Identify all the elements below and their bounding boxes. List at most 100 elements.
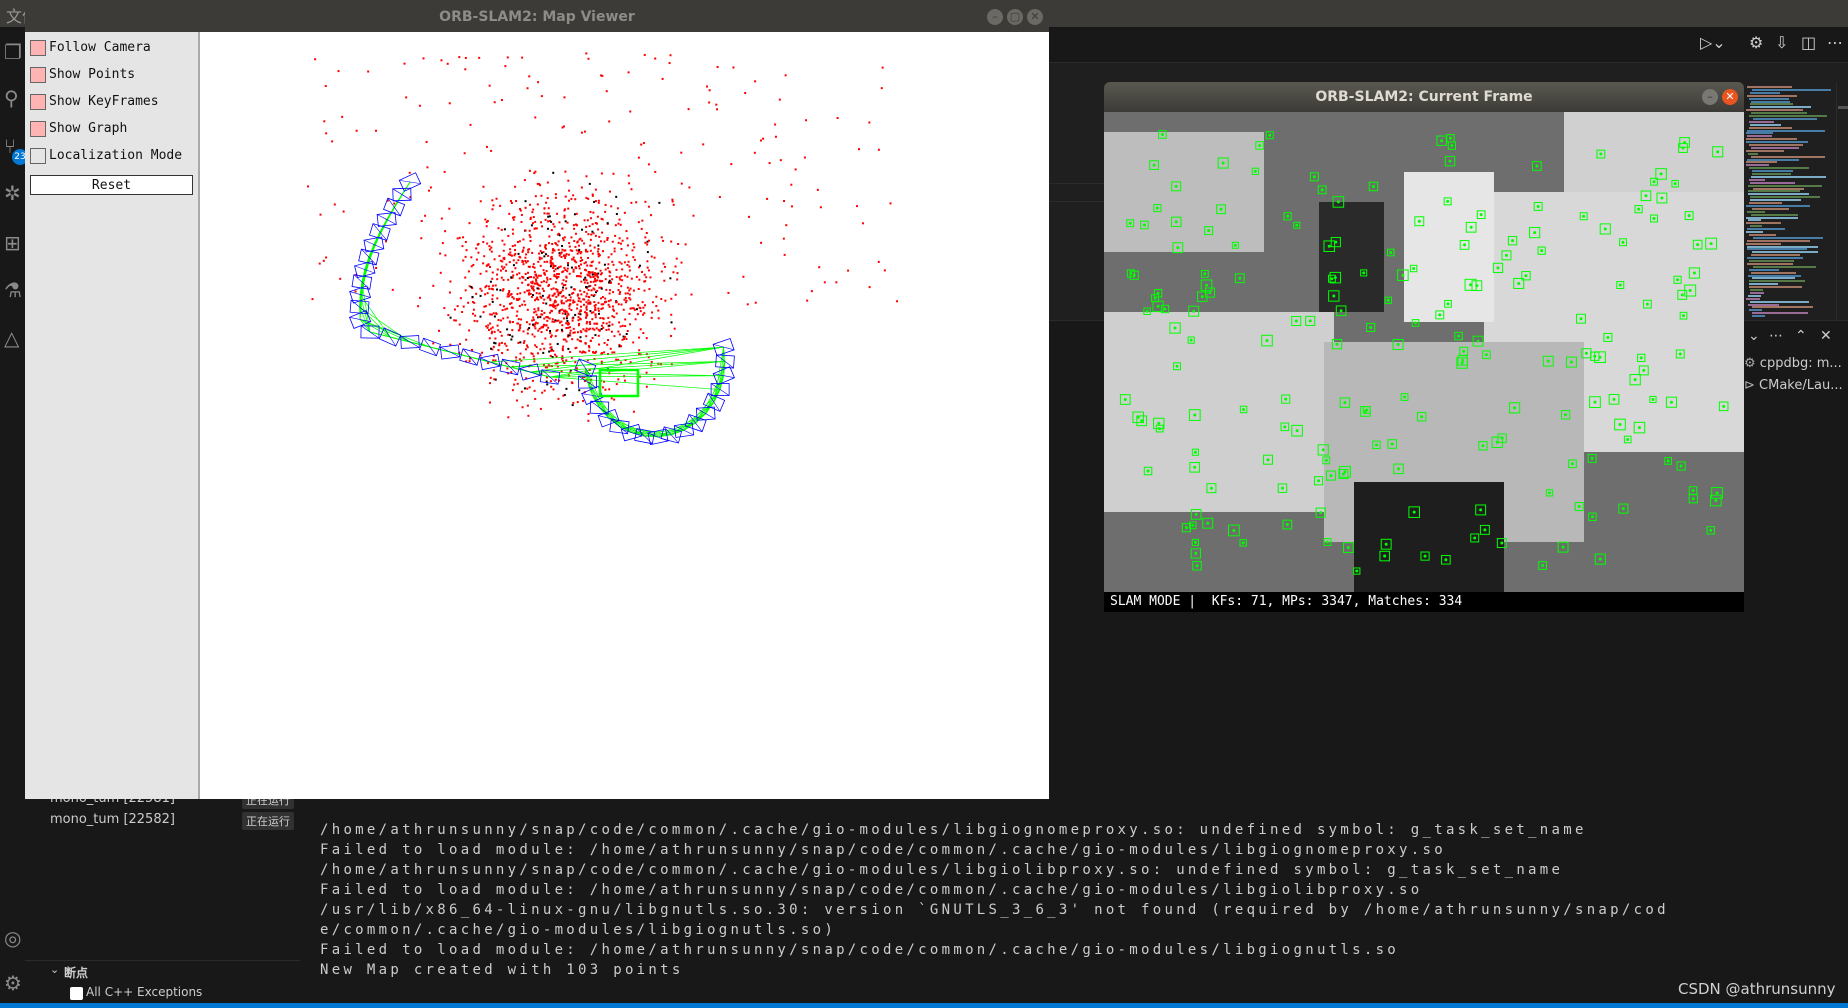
map-point <box>664 299 667 302</box>
map-point <box>496 268 499 271</box>
map-point <box>549 259 552 262</box>
checkbox[interactable] <box>30 148 46 164</box>
map-point <box>391 288 394 291</box>
chevron-up-icon[interactable]: ⌃ <box>1795 328 1807 344</box>
process-item[interactable]: mono_tum [22582] <box>50 812 175 827</box>
reset-button[interactable]: Reset <box>30 175 193 195</box>
close-button[interactable]: ✕ <box>1027 9 1043 25</box>
checkbox[interactable] <box>30 67 46 83</box>
testing-icon[interactable]: ⚗ <box>4 279 26 301</box>
map-point <box>505 263 508 266</box>
map-point <box>463 152 466 155</box>
map-point <box>564 268 567 271</box>
map-point <box>582 399 585 402</box>
terminal-tab-cmake[interactable]: ⊳ CMake/Lau... <box>1744 378 1843 393</box>
checkbox[interactable] <box>30 121 46 137</box>
map-point <box>596 289 599 292</box>
map-point <box>417 305 420 308</box>
close-button[interactable]: ✕ <box>1722 89 1738 105</box>
close-icon[interactable]: ✕ <box>1820 328 1832 344</box>
map-point <box>524 348 527 351</box>
map-point <box>618 333 621 336</box>
more-actions-icon[interactable]: ⋯ <box>1827 33 1843 52</box>
map-point <box>620 275 623 278</box>
map-point <box>642 332 645 335</box>
run-debug-dropdown-icon[interactable]: ▷⌄ <box>1700 33 1726 52</box>
cmake-icon[interactable]: △ <box>4 327 26 349</box>
minimap-line <box>1752 170 1793 173</box>
map-point <box>500 334 503 337</box>
map-point <box>444 254 447 257</box>
map-point <box>488 248 491 251</box>
map-point <box>525 321 528 324</box>
breakpoint-checkbox[interactable] <box>70 987 83 1000</box>
chevron-down-icon[interactable]: ⌄ <box>50 963 59 976</box>
run-debug-icon[interactable]: ✲ <box>4 182 26 204</box>
map-point <box>587 197 590 200</box>
map-point <box>542 289 545 292</box>
map-point <box>672 203 675 206</box>
map-point <box>633 258 636 261</box>
map-point <box>419 296 422 299</box>
explorer-icon[interactable]: ❐ <box>4 41 26 63</box>
map-point <box>601 250 604 253</box>
breakpoints-section-title[interactable]: 断点 <box>64 964 88 981</box>
map-point <box>534 323 537 326</box>
map-point <box>835 281 838 284</box>
map-point <box>537 81 540 84</box>
split-editor-icon[interactable]: ◫ <box>1801 33 1816 52</box>
map-point <box>616 207 619 210</box>
map-point <box>458 323 461 326</box>
minimap-line <box>1749 115 1828 117</box>
map-point <box>563 254 566 257</box>
map-point <box>575 223 578 226</box>
map-point <box>531 333 534 336</box>
map-point <box>505 344 508 347</box>
minimap-line <box>1750 103 1794 106</box>
map-point <box>473 319 476 322</box>
minimize-button[interactable]: – <box>1702 89 1718 105</box>
minimap[interactable] <box>1744 82 1836 320</box>
map-point <box>645 276 648 279</box>
extensions-icon[interactable]: ⊞ <box>4 232 26 254</box>
map-point <box>612 309 615 312</box>
map-point <box>500 341 503 344</box>
map-point <box>550 263 553 266</box>
chevron-down-icon[interactable]: ⌄ <box>1748 328 1760 344</box>
terminal-output[interactable]: /home/athrunsunny/snap/code/common/.cach… <box>320 820 1669 980</box>
account-icon[interactable]: ◎ <box>4 927 26 949</box>
map-point <box>524 303 527 306</box>
map-point <box>489 280 492 283</box>
checkbox[interactable] <box>30 40 46 56</box>
map-point <box>592 275 595 278</box>
gear-icon[interactable]: ⚙ <box>1749 33 1763 52</box>
current-frame-title-bar[interactable]: ORB-SLAM2: Current Frame – ✕ <box>1104 82 1744 112</box>
map-point <box>518 305 521 308</box>
map-point <box>516 322 519 325</box>
map-viewer-title-bar[interactable]: ORB-SLAM2: Map Viewer – ▢ ✕ <box>25 3 1049 32</box>
search-icon[interactable]: ⚲ <box>4 87 26 109</box>
map-point <box>482 185 485 188</box>
editor-scrollbar[interactable] <box>1836 82 1848 320</box>
checkbox-label: Show Points <box>49 67 136 82</box>
minimize-button[interactable]: – <box>987 9 1003 25</box>
map-point <box>646 251 649 254</box>
checkbox[interactable] <box>30 94 46 110</box>
map-point <box>556 304 559 307</box>
map-point <box>490 246 493 249</box>
map-point <box>535 345 538 348</box>
terminal-tab-cppdbg[interactable]: ⚙ cppdbg: m... <box>1744 356 1842 371</box>
map-point <box>545 324 548 327</box>
download-icon[interactable]: ⇩ <box>1775 33 1788 52</box>
map-point <box>653 378 656 381</box>
settings-gear-icon[interactable]: ⚙ <box>4 972 26 994</box>
map-point <box>601 231 604 234</box>
map-point <box>589 264 592 267</box>
more-icon[interactable]: ⋯ <box>1769 328 1783 344</box>
map-point <box>597 228 600 231</box>
map-point <box>488 245 491 248</box>
maximize-button[interactable]: ▢ <box>1007 9 1023 25</box>
map-point <box>754 80 757 83</box>
map-point <box>576 401 579 404</box>
map-3d-view[interactable] <box>200 32 1049 799</box>
